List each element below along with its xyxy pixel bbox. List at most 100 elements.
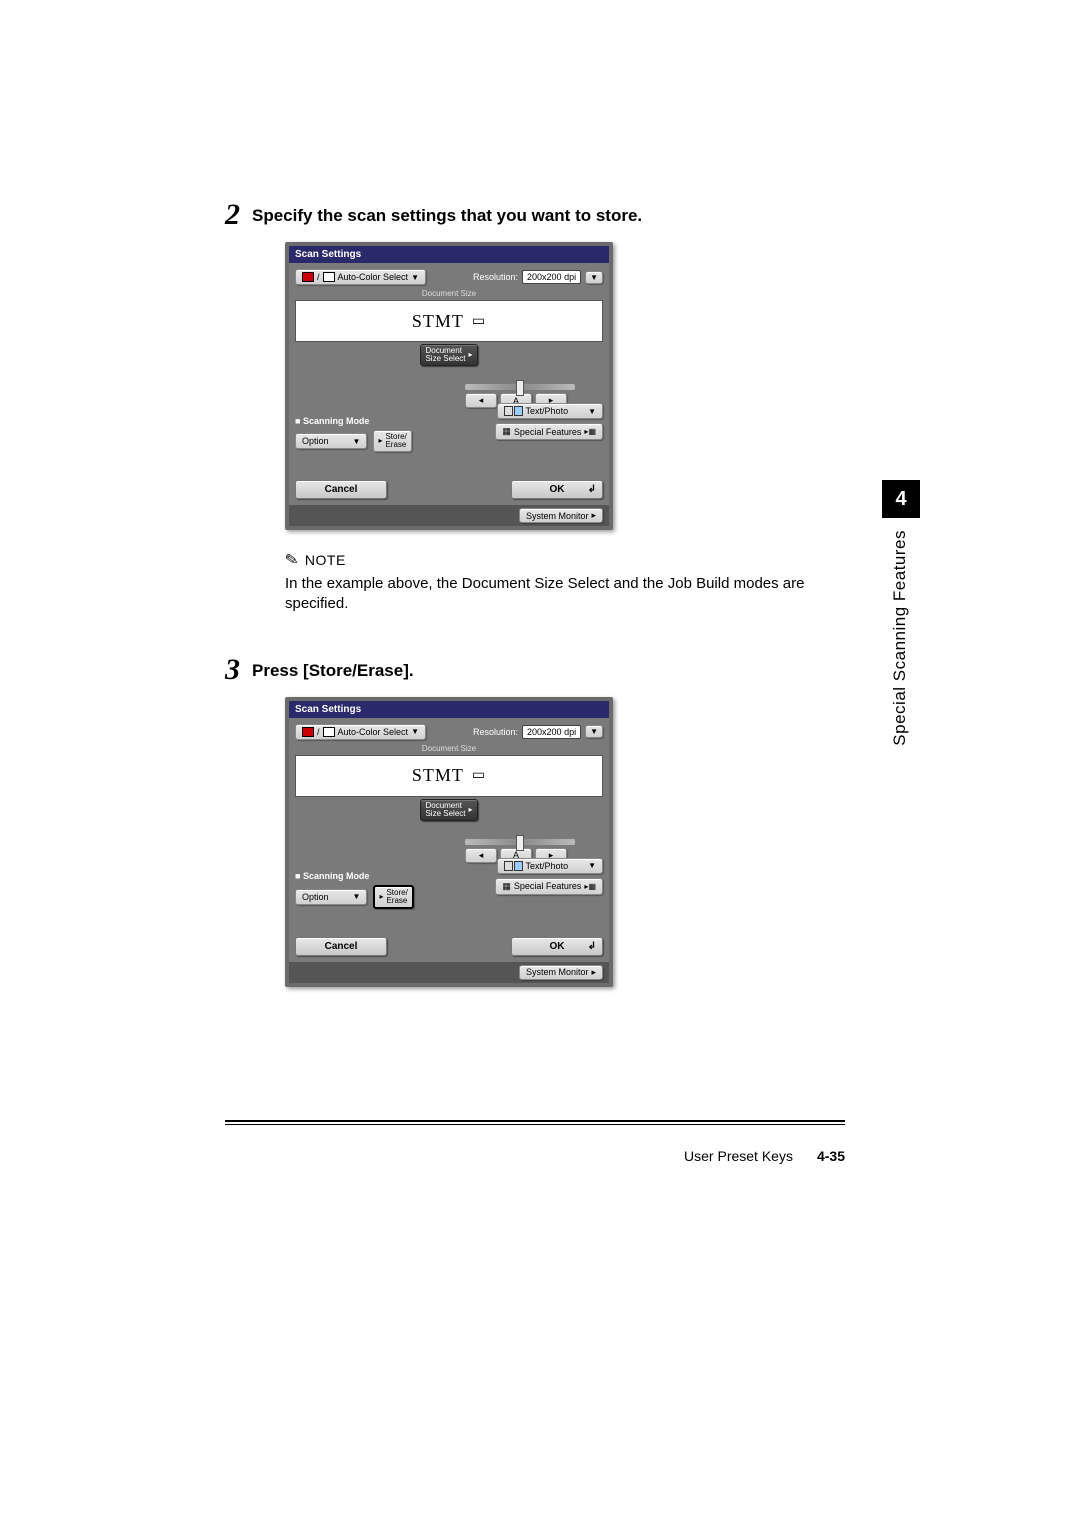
step-2: 2 Specify the scan settings that you wan… [225,200,845,615]
document-size-value: STMT [412,311,464,332]
system-monitor-label: System Monitor [526,511,589,521]
chevron-down-icon: ▼ [353,892,361,901]
resolution-dropdown[interactable]: ▼ [585,271,603,284]
cancel-label: Cancel [325,941,358,952]
option-dropdown[interactable]: Option ▼ [295,433,367,449]
special-features-button[interactable]: ▦ Special Features ▸▦ [495,423,603,440]
chevron-right-icon: ▸ [591,510,596,521]
note-icon: ✎ [283,549,300,571]
chapter-title: Special Scanning Features [882,518,918,758]
density-lighter-button[interactable]: ◂ [465,848,497,863]
special-features-button[interactable]: ▦ Special Features ▸▦ [495,878,603,895]
color-select-label: Auto-Color Select [338,727,409,737]
color-select-dropdown[interactable]: / Auto-Color Select ▼ [295,269,426,285]
color-swatch-icon [302,272,314,282]
option-label: Option [302,436,329,446]
footer-section: User Preset Keys [684,1148,793,1164]
chevron-right-icon: ▸ [469,351,473,359]
option-dropdown[interactable]: Option ▼ [295,889,367,905]
system-monitor-button[interactable]: System Monitor ▸ [519,508,603,523]
triangle-left-icon: ◂ [479,850,484,861]
document-size-select-label: Document Size Select [425,802,465,818]
expand-icon: ▸▦ [584,882,596,891]
chevron-down-icon: ▼ [588,407,596,416]
ok-button[interactable]: OK ↲ [511,480,603,499]
document-size-caption: Document Size [295,289,603,298]
triangle-left-icon: ◂ [479,395,484,406]
chevron-right-icon: ▸ [378,437,382,445]
ok-button[interactable]: OK ↲ [511,937,603,956]
footer-page-number: 4-35 [817,1148,845,1164]
text-photo-icon [504,861,523,871]
store-erase-button[interactable]: ▸ Store/ Erase [373,430,411,452]
color-swatch-icon [302,727,314,737]
footer-rule [225,1120,845,1122]
expand-icon: ▸▦ [584,427,596,436]
scanning-mode-label: Scanning Mode [303,416,370,426]
slider-thumb-icon [516,835,524,851]
density-slider[interactable] [465,384,603,390]
resolution-dropdown[interactable]: ▼ [585,725,603,738]
cancel-button[interactable]: Cancel [295,480,387,499]
chevron-down-icon: ▼ [590,727,598,736]
step-2-title: Specify the scan settings that you want … [252,200,642,226]
chevron-right-icon: ▸ [591,967,596,978]
cancel-button[interactable]: Cancel [295,937,387,956]
chevron-down-icon: ▼ [588,861,596,870]
text-photo-icon [504,406,523,416]
ok-label: OK [550,484,565,495]
document-size-display: STMT ▭ [295,300,603,342]
footer-rule-thin [225,1124,845,1125]
document-size-select-label: Document Size Select [425,347,465,363]
cancel-label: Cancel [325,484,358,495]
scan-settings-screenshot-2: Scan Settings / Auto-Color Select ▼ Reso… [285,697,613,987]
orientation-icon: ▭ [472,313,486,330]
scanning-mode-label: Scanning Mode [303,871,370,881]
document-size-select-button[interactable]: Document Size Select ▸ [420,799,477,821]
document-size-select-button[interactable]: Document Size Select ▸ [420,344,477,366]
option-label: Option [302,892,329,902]
text-photo-label: Text/Photo [526,406,569,416]
panel-title: Scan Settings [289,246,609,263]
color-select-label: Auto-Color Select [338,272,409,282]
text-photo-label: Text/Photo [526,861,569,871]
grid-icon: ▦ [502,881,511,892]
orientation-icon: ▭ [472,767,486,784]
document-size-caption: Document Size [295,744,603,753]
density-slider[interactable] [465,839,603,845]
store-erase-label: Store/ Erase [385,433,406,449]
slider-thumb-icon [516,380,524,396]
chevron-down-icon: ▼ [590,273,598,282]
color-swatch-icon [323,727,335,737]
return-icon: ↲ [588,941,596,952]
chapter-tab: 4 Special Scanning Features [882,480,920,758]
special-features-label: Special Features [514,427,582,437]
original-type-dropdown[interactable]: Text/Photo ▼ [497,403,603,419]
note-block: ✎ NOTE In the example above, the Documen… [285,550,845,615]
grid-icon: ▦ [502,426,511,437]
page-footer: User Preset Keys 4-35 [225,1148,845,1164]
system-monitor-label: System Monitor [526,967,589,977]
return-icon: ↲ [588,484,596,495]
step-3-title: Press [Store/Erase]. [252,655,414,681]
store-erase-button[interactable]: ▸ Store/ Erase [373,885,413,909]
panel-title: Scan Settings [289,701,609,718]
chapter-number: 4 [882,480,920,518]
special-features-label: Special Features [514,881,582,891]
note-label: NOTE [305,552,346,568]
chevron-right-icon: ▸ [469,806,473,814]
density-lighter-button[interactable]: ◂ [465,393,497,408]
chevron-down-icon: ▼ [353,437,361,446]
ok-label: OK [550,941,565,952]
resolution-label: Resolution: [473,272,518,282]
store-erase-label: Store/ Erase [386,889,407,905]
system-monitor-button[interactable]: System Monitor ▸ [519,965,603,980]
chevron-right-icon: ▸ [379,893,383,901]
resolution-value: 200x200 dpi [522,725,581,739]
document-size-value: STMT [412,765,464,786]
color-select-dropdown[interactable]: / Auto-Color Select ▼ [295,724,426,740]
resolution-value: 200x200 dpi [522,270,581,284]
chevron-down-icon: ▼ [411,273,419,282]
step-2-number: 2 [225,200,240,230]
original-type-dropdown[interactable]: Text/Photo ▼ [497,858,603,874]
